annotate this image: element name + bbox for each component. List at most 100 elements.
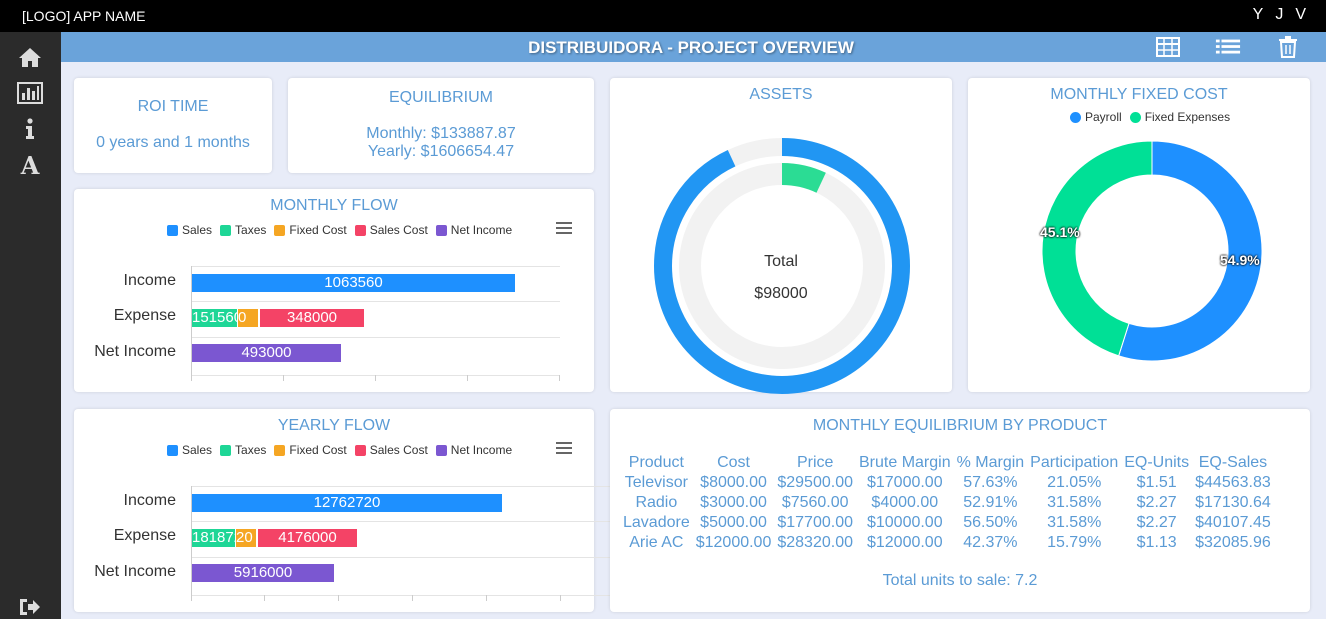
- slice-label-fixed-expenses: 45.1%: [1040, 224, 1080, 240]
- table-cell: $32085.96: [1195, 534, 1271, 551]
- column-header: EQ-Sales: [1198, 454, 1268, 471]
- table-cell: 52.91%: [963, 494, 1018, 511]
- table-cell: $28320.00: [777, 534, 853, 551]
- legend-item-fixed-expenses[interactable]: Fixed Expenses: [1129, 110, 1230, 124]
- logout-icon[interactable]: [16, 594, 44, 619]
- yearly-flow-card: YEARLY FLOW Sales Taxes Fixed Cost Sales…: [74, 409, 635, 612]
- column-header: Participation: [1030, 454, 1119, 471]
- legend-item-taxes[interactable]: Taxes: [220, 223, 266, 237]
- equilibrium-yearly: Yearly: $1606654.47: [367, 143, 515, 160]
- chart-menu-icon[interactable]: [556, 442, 572, 454]
- app-name: [LOGO] APP NAME: [22, 8, 146, 24]
- roi-value: 0 years and 1 months: [96, 134, 250, 151]
- bar-taxes[interactable]: 151560: [192, 309, 237, 327]
- table-cell: $3000.00: [700, 494, 767, 511]
- table-cell: $4000.00: [871, 494, 939, 511]
- slice-fixed-expenses[interactable]: [1041, 140, 1153, 357]
- category-label-expense: Expense: [113, 527, 176, 544]
- legend-item-net-income[interactable]: Net Income: [435, 443, 512, 457]
- table-cell: $2.27: [1136, 514, 1177, 531]
- equilibrium-monthly: Monthly: $133887.87: [366, 125, 516, 142]
- table-cell: $17700.00: [777, 514, 853, 531]
- table-cell: 31.58%: [1047, 494, 1102, 511]
- legend-item-taxes[interactable]: Taxes: [220, 443, 266, 457]
- bar-sales[interactable]: 1063560: [192, 274, 515, 292]
- total-units-text: Total units to sale: 7.2: [882, 572, 1038, 589]
- bar-fixed-cost[interactable]: 20: [236, 529, 256, 547]
- monthly-flow-card: MONTHLY FLOW Sales Taxes Fixed Cost Sale…: [74, 189, 594, 392]
- table-cell: $1.13: [1136, 534, 1177, 551]
- table-cell: $2.27: [1136, 494, 1177, 511]
- fixed-cost-donut-chart[interactable]: [1041, 140, 1263, 362]
- table-header-row: Product Cost Price Brute Margin % Margin…: [620, 453, 1274, 473]
- legend-item-sales-cost[interactable]: Sales Cost: [354, 223, 428, 237]
- table-cell: 57.63%: [963, 474, 1018, 491]
- table-cell: $8000.00: [700, 474, 767, 491]
- column-header: Cost: [717, 454, 750, 471]
- bar-chart-icon[interactable]: [16, 80, 44, 106]
- table-cell: $12000.00: [866, 534, 943, 551]
- trash-icon[interactable]: [1275, 36, 1301, 58]
- legend-item-fixed-cost[interactable]: Fixed Cost: [274, 443, 347, 457]
- table-cell: Televisor: [624, 474, 688, 491]
- table-cell: 42.37%: [963, 534, 1018, 551]
- equilibrium-card: EQUILIBRIUM Monthly: $133887.87 Yearly: …: [288, 78, 594, 173]
- chart-menu-icon[interactable]: [556, 222, 572, 234]
- page-title: DISTRIBUIDORA - PROJECT OVERVIEW: [528, 38, 854, 57]
- legend-item-sales[interactable]: Sales: [167, 443, 212, 457]
- monthly-flow-legend: Sales Taxes Fixed Cost Sales Cost Net In…: [167, 223, 512, 237]
- table-cell: $7560.00: [781, 494, 849, 511]
- bar-net-income[interactable]: 493000: [192, 344, 341, 362]
- bar-taxes[interactable]: 1818720: [192, 529, 235, 547]
- category-label-net-income: Net Income: [94, 563, 176, 580]
- bar-sales[interactable]: 12762720: [192, 494, 502, 512]
- legend-item-net-income[interactable]: Net Income: [435, 223, 512, 237]
- equilibrium-title: EQUILIBRIUM: [388, 89, 493, 106]
- info-icon[interactable]: [16, 116, 44, 142]
- legend-item-payroll[interactable]: Payroll: [1070, 110, 1122, 124]
- bar-fixed-cost[interactable]: 0: [238, 309, 258, 327]
- user-initial-v[interactable]: V: [1295, 6, 1306, 24]
- assets-total-label: Total: [764, 253, 798, 270]
- list-icon[interactable]: [1215, 36, 1241, 58]
- yearly-flow-legend: Sales Taxes Fixed Cost Sales Cost Net In…: [167, 443, 512, 457]
- fixed-cost-title: MONTHLY FIXED COST: [1050, 86, 1228, 103]
- table-cell: $17130.64: [1195, 494, 1271, 511]
- table-cell: $17000.00: [866, 474, 943, 491]
- legend-item-sales[interactable]: Sales: [167, 223, 212, 237]
- svg-text:A: A: [20, 153, 40, 177]
- user-initial-y[interactable]: Y: [1253, 6, 1264, 24]
- table-cell: $1.51: [1136, 474, 1177, 491]
- legend-item-sales-cost[interactable]: Sales Cost: [354, 443, 428, 457]
- table-cell: $40107.45: [1195, 514, 1271, 531]
- yearly-flow-title: YEARLY FLOW: [277, 417, 391, 434]
- bar-net-income[interactable]: 5916000: [192, 564, 334, 582]
- user-initials[interactable]: Y J V: [1253, 6, 1306, 24]
- product-equilibrium-title: MONTHLY EQUILIBRIUM BY PRODUCT: [812, 417, 1108, 434]
- fixed-cost-card: MONTHLY FIXED COST Payroll Fixed Expense…: [968, 78, 1310, 392]
- user-initial-j[interactable]: J: [1275, 6, 1283, 24]
- table-row: Arie AC $12000.00 $28320.00 $12000.00 42.37%…: [620, 533, 1274, 553]
- column-header: Brute Margin: [859, 454, 951, 471]
- table-cell: 31.58%: [1047, 514, 1102, 531]
- table-icon[interactable]: [1155, 36, 1181, 58]
- table-cell: $5000.00: [700, 514, 767, 531]
- category-label-income: Income: [123, 492, 176, 509]
- bar-sales-cost[interactable]: 348000: [260, 309, 364, 327]
- table-row: Televisor $8000.00 $29500.00 $17000.00 57.63…: [620, 473, 1274, 493]
- table-cell: 15.79%: [1047, 534, 1102, 551]
- table-cell: $44563.83: [1195, 474, 1271, 491]
- column-header: Product: [628, 454, 684, 471]
- legend-item-fixed-cost[interactable]: Fixed Cost: [274, 223, 347, 237]
- table-cell: Radio: [635, 494, 678, 511]
- font-icon[interactable]: A: [16, 152, 44, 178]
- category-label-expense: Expense: [113, 307, 176, 324]
- table-cell: $29500.00: [777, 474, 853, 491]
- table-cell: Arie AC: [629, 534, 684, 551]
- monthly-flow-title: MONTHLY FLOW: [270, 197, 398, 214]
- product-equilibrium-card: MONTHLY EQUILIBRIUM BY PRODUCT Product C…: [610, 409, 1310, 612]
- bar-sales-cost[interactable]: 4176000: [258, 529, 357, 547]
- category-label-net-income: Net Income: [94, 343, 176, 360]
- column-header: % Margin: [956, 454, 1025, 471]
- table-cell: 56.50%: [963, 514, 1018, 531]
